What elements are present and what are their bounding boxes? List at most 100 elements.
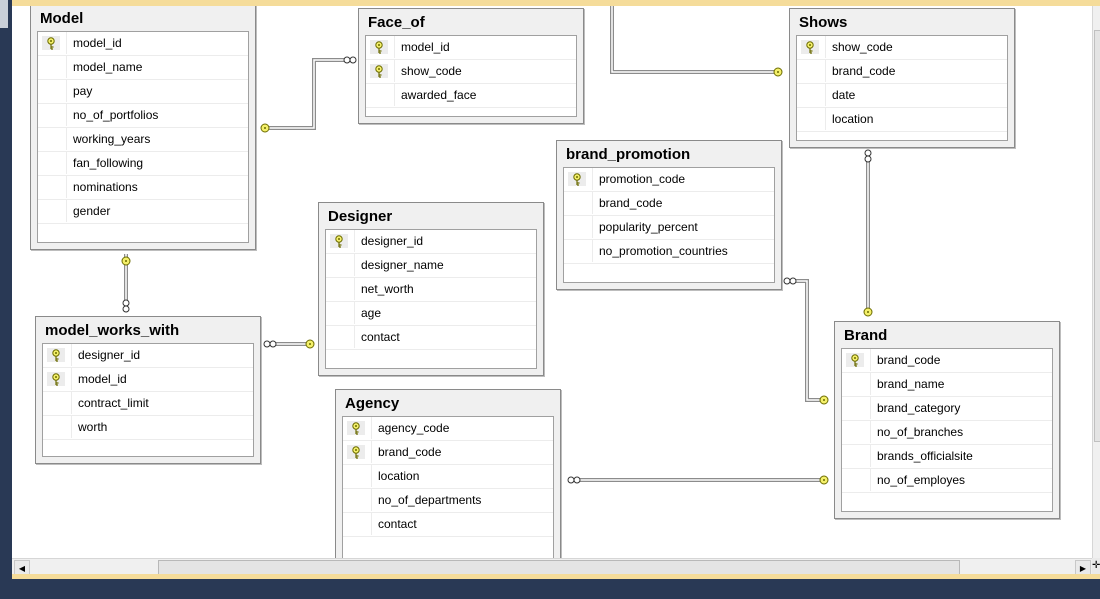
column-row[interactable]: no_of_portfolios (38, 104, 248, 128)
table-title[interactable]: brand_promotion (557, 141, 781, 165)
column-row[interactable]: fan_following (38, 152, 248, 176)
column-row[interactable]: brand_name (842, 373, 1052, 397)
column-row[interactable]: agency_code (343, 417, 553, 441)
column-row[interactable]: model_name (38, 56, 248, 80)
row-selector[interactable] (366, 36, 395, 58)
column-row[interactable]: contact (343, 513, 553, 537)
row-selector[interactable] (343, 489, 372, 511)
table-model[interactable]: Model model_id model_name pay no_of_portfoli… (30, 6, 256, 250)
row-selector[interactable] (43, 368, 72, 390)
pan-corner-button[interactable]: ✛ (1092, 558, 1100, 574)
row-selector[interactable] (326, 278, 355, 300)
column-row[interactable]: show_code (797, 36, 1007, 60)
table-shows[interactable]: Shows show_code brand_code date location (789, 8, 1015, 148)
table-title[interactable]: Brand (835, 322, 1059, 346)
column-row[interactable]: age (326, 302, 536, 326)
row-selector[interactable] (38, 104, 67, 126)
column-row[interactable]: no_of_employes (842, 469, 1052, 493)
table-title[interactable]: Shows (790, 9, 1014, 33)
column-row[interactable]: contract_limit (43, 392, 253, 416)
column-row[interactable]: popularity_percent (564, 216, 774, 240)
row-selector[interactable] (366, 84, 395, 106)
table-brand[interactable]: Brand brand_code brand_name brand_category n… (834, 321, 1060, 519)
table-title[interactable]: Agency (336, 390, 560, 414)
row-selector[interactable] (842, 469, 871, 491)
column-row[interactable]: brand_code (564, 192, 774, 216)
row-selector[interactable] (842, 397, 871, 419)
row-selector[interactable] (326, 326, 355, 348)
row-selector[interactable] (38, 176, 67, 198)
row-selector[interactable] (842, 349, 871, 371)
row-selector[interactable] (366, 60, 395, 82)
row-selector[interactable] (343, 465, 372, 487)
column-row[interactable]: brands_officialsite (842, 445, 1052, 469)
vertical-scroll-thumb[interactable] (1094, 30, 1100, 442)
row-selector[interactable] (564, 240, 593, 262)
row-selector[interactable] (326, 230, 355, 252)
row-selector[interactable] (326, 302, 355, 324)
row-selector[interactable] (38, 200, 67, 222)
row-selector[interactable] (343, 417, 372, 439)
row-selector[interactable] (842, 445, 871, 467)
table-title[interactable]: Model (31, 6, 255, 29)
row-selector[interactable] (38, 128, 67, 150)
column-row[interactable]: gender (38, 200, 248, 224)
row-selector[interactable] (43, 392, 72, 414)
relationship-model-works-with[interactable] (121, 254, 131, 313)
column-row[interactable]: no_of_departments (343, 489, 553, 513)
row-selector[interactable] (43, 344, 72, 366)
row-selector[interactable] (326, 254, 355, 276)
row-selector[interactable] (797, 36, 826, 58)
column-row[interactable]: net_worth (326, 278, 536, 302)
column-row[interactable]: promotion_code (564, 168, 774, 192)
table-agency[interactable]: Agency agency_code brand_code location no_of… (335, 389, 561, 558)
column-row[interactable]: brand_code (842, 349, 1052, 373)
column-row[interactable]: worth (43, 416, 253, 440)
row-selector[interactable] (38, 56, 67, 78)
column-row[interactable]: model_id (43, 368, 253, 392)
table-brand-promotion[interactable]: brand_promotion promotion_code brand_code p… (556, 140, 782, 290)
column-row[interactable]: show_code (366, 60, 576, 84)
column-row[interactable]: location (343, 465, 553, 489)
column-row[interactable]: designer_name (326, 254, 536, 278)
column-row[interactable]: no_promotion_countries (564, 240, 774, 264)
vertical-scrollbar[interactable] (1092, 6, 1100, 558)
table-title[interactable]: model_works_with (36, 317, 260, 341)
column-row[interactable]: date (797, 84, 1007, 108)
column-row[interactable]: pay (38, 80, 248, 104)
column-row[interactable]: location (797, 108, 1007, 132)
row-selector[interactable] (797, 84, 826, 106)
column-row[interactable]: designer_id (326, 230, 536, 254)
column-row[interactable]: designer_id (43, 344, 253, 368)
relationship-designer-works-with[interactable] (263, 339, 315, 349)
row-selector[interactable] (38, 152, 67, 174)
table-designer[interactable]: Designer designer_id designer_name net_wort… (318, 202, 544, 376)
relationship-model-face-of[interactable] (260, 56, 357, 133)
relationship-shows-face-of[interactable] (588, 6, 783, 77)
row-selector[interactable] (564, 192, 593, 214)
horizontal-scrollbar[interactable]: ◀ ▶ (12, 558, 1092, 576)
row-selector[interactable] (38, 32, 67, 54)
row-selector[interactable] (842, 421, 871, 443)
row-selector[interactable] (43, 416, 72, 438)
table-model-works-with[interactable]: model_works_with designer_id model_id contr… (35, 316, 261, 464)
relationship-brand-agency[interactable] (567, 475, 829, 485)
diagram-canvas[interactable]: Model model_id model_name pay no_of_portfoli… (12, 6, 1092, 558)
row-selector[interactable] (842, 373, 871, 395)
column-row[interactable]: awarded_face (366, 84, 576, 108)
column-row[interactable]: nominations (38, 176, 248, 200)
row-selector[interactable] (343, 441, 372, 463)
row-selector[interactable] (797, 60, 826, 82)
column-row[interactable]: brand_code (797, 60, 1007, 84)
column-row[interactable]: model_id (366, 36, 576, 60)
horizontal-scroll-thumb[interactable] (158, 560, 960, 575)
relationship-brand-promotion[interactable] (783, 277, 829, 405)
row-selector[interactable] (343, 513, 372, 535)
row-selector[interactable] (564, 168, 593, 190)
column-row[interactable]: working_years (38, 128, 248, 152)
row-selector[interactable] (564, 216, 593, 238)
column-row[interactable]: no_of_branches (842, 421, 1052, 445)
row-selector[interactable] (38, 80, 67, 102)
column-row[interactable]: brand_code (343, 441, 553, 465)
column-row[interactable]: brand_category (842, 397, 1052, 421)
